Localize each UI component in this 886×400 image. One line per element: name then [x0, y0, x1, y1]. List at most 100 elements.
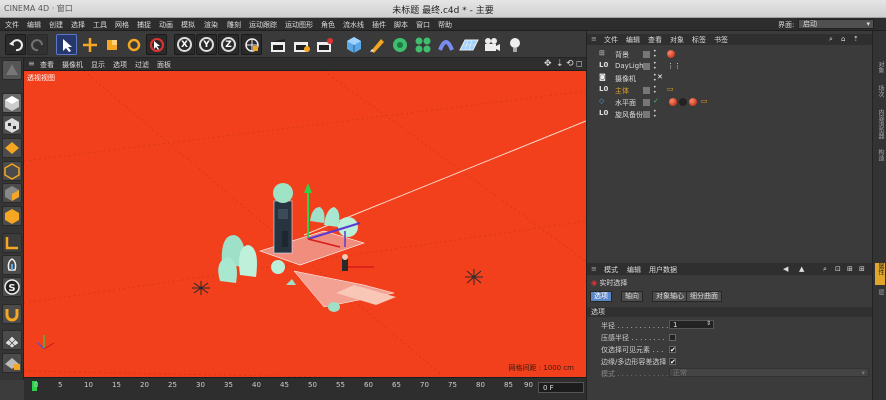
menu-sculpt[interactable]: 雕刻 [227, 20, 241, 30]
viewport-menu-view[interactable]: 查看 [40, 60, 54, 70]
point-mode-button[interactable] [2, 138, 22, 158]
expand-icon[interactable]: ⊞ [859, 265, 865, 273]
menu-animate[interactable]: 动画 [159, 20, 173, 30]
menu-mesh[interactable]: 网格 [115, 20, 129, 30]
editor-render-dots[interactable]: • • [653, 73, 657, 84]
tab-axis[interactable]: 轴向 [621, 291, 643, 302]
radius-field[interactable]: 1 ⇕ [669, 320, 714, 329]
axis-mode-button[interactable] [2, 233, 22, 253]
editor-render-dots[interactable]: • • [653, 61, 657, 72]
object-row-background[interactable]: ⊞ 背景 • • [587, 49, 873, 60]
redo-button[interactable] [27, 34, 48, 55]
object-row-daylight[interactable]: L0 DayLight • • ⋮⋮ [587, 61, 873, 72]
side-tab-attributes[interactable]: 属性 [875, 263, 885, 285]
material-tag-icon[interactable] [667, 50, 675, 58]
tab-object-axis[interactable]: 对象轴心 [652, 291, 688, 302]
object-menu-icon[interactable]: ≡ [591, 35, 597, 43]
material-tag-icon[interactable] [689, 98, 697, 106]
menu-simulate[interactable]: 模拟 [181, 20, 195, 30]
viewport-menu-options[interactable]: 选项 [113, 60, 127, 70]
viewport-dolly-icon[interactable]: ⇣ [556, 59, 564, 69]
object-menu-bookmarks[interactable]: 书签 [714, 35, 728, 45]
compositing-tag-icon[interactable]: ⋮⋮ [667, 62, 681, 70]
axis-x-button[interactable]: X [174, 34, 195, 55]
menu-render[interactable]: 渲染 [204, 20, 218, 30]
cloner-button[interactable] [412, 34, 433, 55]
timeline[interactable]: 0 5 10 15 20 25 30 35 40 45 50 55 60 65 … [24, 377, 590, 400]
viewport-pan-icon[interactable]: ✥ [544, 59, 552, 69]
menu-script[interactable]: 脚本 [394, 20, 408, 30]
menu-character[interactable]: 角色 [321, 20, 335, 30]
pressure-radius-checkbox[interactable] [669, 334, 676, 341]
object-menu-objects[interactable]: 对象 [670, 35, 684, 45]
magnet-button[interactable] [2, 304, 22, 324]
attribute-menu-userdata[interactable]: 用户数据 [649, 265, 677, 275]
world-coord-button[interactable] [241, 34, 262, 55]
make-editable-button[interactable] [2, 60, 22, 80]
move-tool-button[interactable] [79, 34, 100, 55]
light-button[interactable] [504, 34, 525, 55]
object-menu-view[interactable]: 查看 [648, 35, 662, 45]
side-tab-takes[interactable]: 场次 [875, 85, 885, 105]
viewport-menu-display[interactable]: 显示 [91, 60, 105, 70]
menu-window[interactable]: 窗口 [416, 20, 430, 30]
object-row-main[interactable]: L0 主体 • • ▭ [587, 85, 873, 96]
live-select-button[interactable] [146, 34, 167, 55]
arrow-left-icon[interactable]: ◀ [783, 265, 788, 273]
floor-button[interactable] [458, 34, 479, 55]
object-row-backup[interactable]: L0 旋风备份 • • [587, 109, 873, 120]
perspective-viewport[interactable]: 透视视图 网格间距 : 1000 cm [24, 71, 586, 377]
menu-motion-tracking[interactable]: 运动跟踪 [249, 20, 277, 30]
layout-select[interactable]: 启动 ▾ [798, 19, 874, 29]
menu-mograph[interactable]: 运动图形 [285, 20, 313, 30]
menu-snap[interactable]: 捕捉 [137, 20, 151, 30]
menu-edit[interactable]: 编辑 [27, 20, 41, 30]
nav-up-icon[interactable]: ⇡ [853, 35, 859, 43]
cube-button[interactable] [343, 34, 364, 55]
subdivision-button[interactable] [389, 34, 410, 55]
tweak-mode-button[interactable] [2, 255, 22, 275]
new-window-icon[interactable]: ⊞ [847, 265, 853, 273]
viewport-menu-camera[interactable]: 摄像机 [62, 60, 83, 70]
viewport-maximize-icon[interactable]: ◻ [576, 59, 583, 68]
current-frame-field[interactable]: 0 F [538, 382, 584, 393]
home-icon[interactable]: ⌂ [841, 35, 845, 43]
display-tag-icon[interactable]: ▭ [701, 97, 708, 105]
render-view-button[interactable] [268, 34, 289, 55]
camera-button[interactable] [481, 34, 502, 55]
lock-icon[interactable]: ⊡ [835, 265, 841, 273]
visible-only-checkbox[interactable]: ✔ [669, 346, 676, 354]
editor-render-dots[interactable]: • • [653, 85, 657, 96]
search-icon[interactable]: ⌕ [829, 35, 833, 44]
visibility-check[interactable] [643, 87, 650, 94]
edge-mode-button[interactable] [2, 161, 22, 181]
pen-button[interactable] [366, 34, 387, 55]
model-mode-button[interactable] [2, 93, 22, 113]
side-tab-layers[interactable]: 层 [875, 289, 885, 305]
visibility-check[interactable] [643, 63, 650, 70]
texture-mode-button[interactable] [2, 115, 22, 135]
visibility-check[interactable] [643, 111, 650, 118]
locked-workplane-button[interactable] [2, 353, 22, 373]
object-row-camera[interactable]: ◙ 摄像机 • • ✕ [587, 73, 873, 84]
editor-render-dots[interactable]: • • [653, 49, 657, 60]
object-menu-edit[interactable]: 编辑 [626, 35, 640, 45]
side-tab-objects[interactable]: 对象 [875, 61, 885, 81]
stepper-icon[interactable]: ⇕ [706, 320, 711, 328]
tolerance-checkbox[interactable]: ✔ [669, 358, 676, 366]
enabled-check-icon[interactable]: ✓ [653, 97, 659, 105]
select-tool-button[interactable] [56, 34, 77, 55]
menu-plugins[interactable]: 插件 [372, 20, 386, 30]
visibility-check[interactable] [643, 99, 650, 106]
texture-tag-icon[interactable] [679, 98, 687, 106]
protection-tag-icon[interactable]: ✕ [657, 73, 663, 81]
mode-select[interactable]: 正常 ▾ [669, 368, 869, 377]
tab-options[interactable]: 选项 [590, 291, 612, 302]
undo-button[interactable] [5, 34, 26, 55]
menu-help[interactable]: 帮助 [438, 20, 452, 30]
attribute-menu-icon[interactable]: ≡ [591, 265, 597, 273]
attribute-menu-edit[interactable]: 编辑 [627, 265, 641, 275]
object-row-plane[interactable]: ◇ 水平面 ✓ ▭ [587, 97, 873, 108]
workplane-button[interactable] [2, 330, 22, 350]
menu-select[interactable]: 选择 [71, 20, 85, 30]
